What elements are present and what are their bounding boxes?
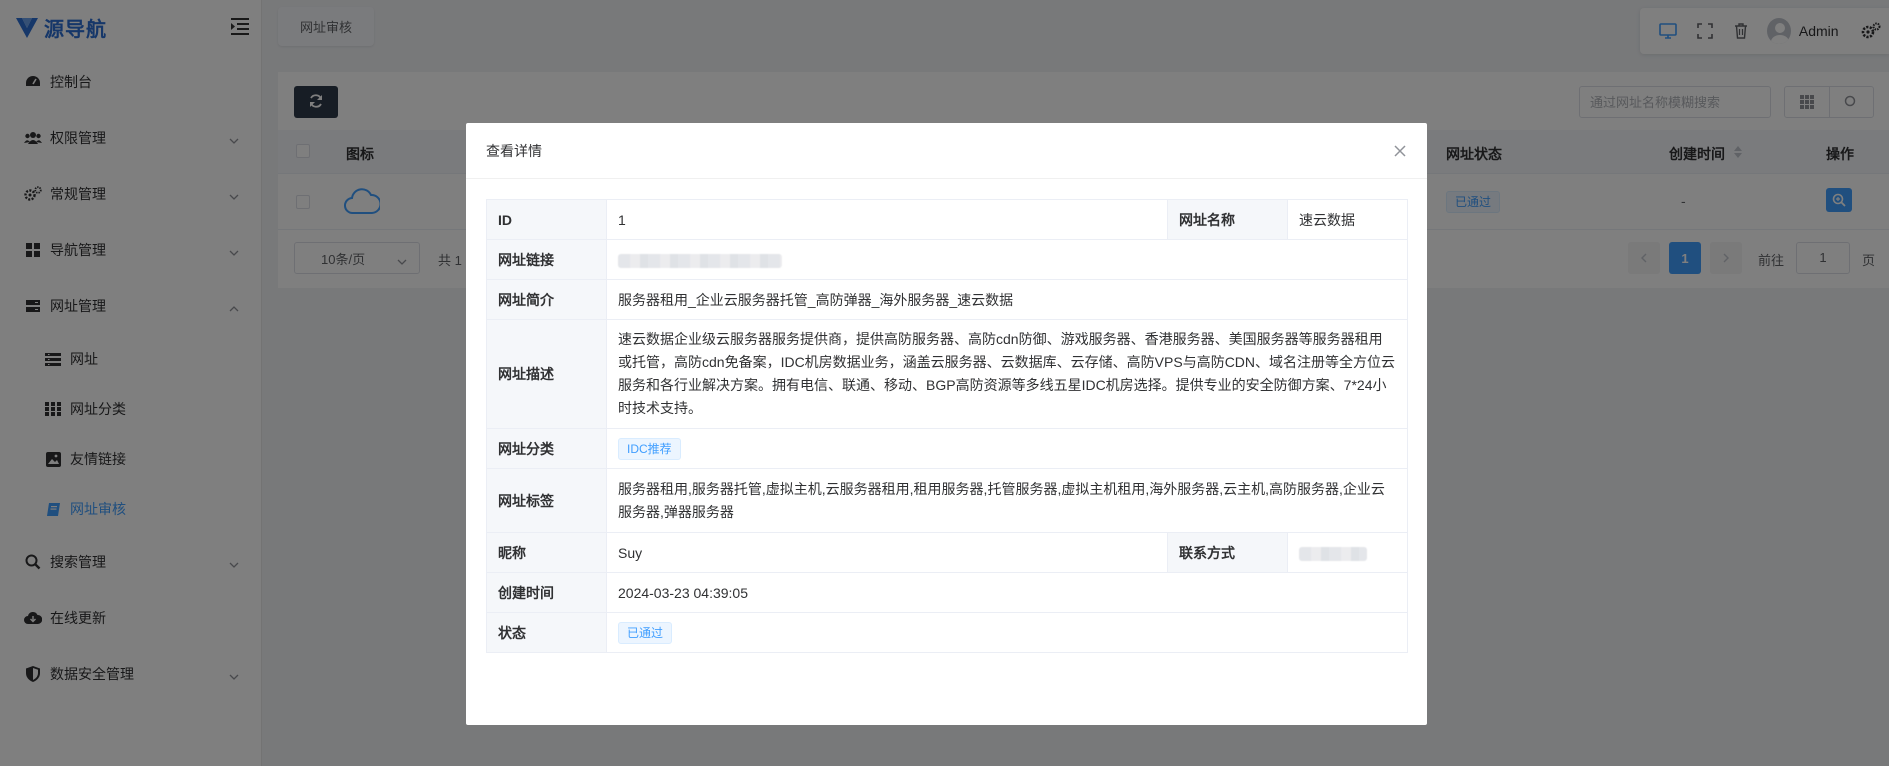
site-desc-value: 速云数据企业级云服务器服务提供商，提供高防服务器、高防cdn防御、游戏服务器、香… <box>606 319 1408 429</box>
detail-row: 网址简介 服务器租用_企业云服务器托管_高防弹器_海外服务器_速云数据 <box>486 279 1408 320</box>
dialog-header: 查看详情 <box>466 123 1427 179</box>
dialog-title: 查看详情 <box>486 142 542 159</box>
detail-row: 状态 已通过 <box>486 612 1408 653</box>
redacted-contact <box>1299 546 1367 561</box>
nickname-value: Suy <box>606 532 1168 573</box>
site-tags-label: 网址标签 <box>486 468 607 533</box>
site-category-cell: IDC推荐 <box>606 428 1408 469</box>
contact-label: 联系方式 <box>1167 532 1288 573</box>
created-time-value: 2024-03-23 04:39:05 <box>606 572 1408 613</box>
detail-row: 网址链接 <box>486 239 1408 280</box>
category-tag: IDC推荐 <box>618 437 681 460</box>
detail-row: 网址分类 IDC推荐 <box>486 428 1408 469</box>
site-link-label: 网址链接 <box>486 239 607 280</box>
created-label: 创建时间 <box>486 572 607 613</box>
contact-value <box>1287 532 1408 573</box>
detail-row: 昵称 Suy 联系方式 <box>486 532 1408 573</box>
status-label: 状态 <box>486 612 607 653</box>
close-icon[interactable] <box>1393 144 1407 158</box>
detail-dialog: 查看详情 ID 1 网址名称 速云数据 网址链接 网址简介 服务器租用_企业云服… <box>466 123 1427 725</box>
site-category-label: 网址分类 <box>486 428 607 469</box>
nickname-label: 昵称 <box>486 532 607 573</box>
site-name-label: 网址名称 <box>1167 199 1288 240</box>
detail-row: ID 1 网址名称 速云数据 <box>486 199 1408 240</box>
detail-row: 创建时间 2024-03-23 04:39:05 <box>486 572 1408 613</box>
site-tags-value: 服务器租用,服务器托管,虚拟主机,云服务器租用,租用服务器,托管服务器,虚拟主机… <box>606 468 1408 533</box>
site-link-value <box>606 239 1408 280</box>
detail-table: ID 1 网址名称 速云数据 网址链接 网址简介 服务器租用_企业云服务器托管_… <box>486 199 1408 653</box>
site-intro-label: 网址简介 <box>486 279 607 320</box>
site-name-value: 速云数据 <box>1287 199 1408 240</box>
status-cell: 已通过 <box>606 612 1408 653</box>
detail-row: 网址标签 服务器租用,服务器托管,虚拟主机,云服务器租用,租用服务器,托管服务器… <box>486 468 1408 533</box>
detail-row: 网址描述 速云数据企业级云服务器服务提供商，提供高防服务器、高防cdn防御、游戏… <box>486 319 1408 429</box>
id-value: 1 <box>606 199 1168 240</box>
status-badge: 已通过 <box>618 621 673 644</box>
site-intro-value: 服务器租用_企业云服务器托管_高防弹器_海外服务器_速云数据 <box>606 279 1408 320</box>
site-desc-label: 网址描述 <box>486 319 607 429</box>
redacted-link <box>618 253 782 268</box>
id-label: ID <box>486 199 607 240</box>
